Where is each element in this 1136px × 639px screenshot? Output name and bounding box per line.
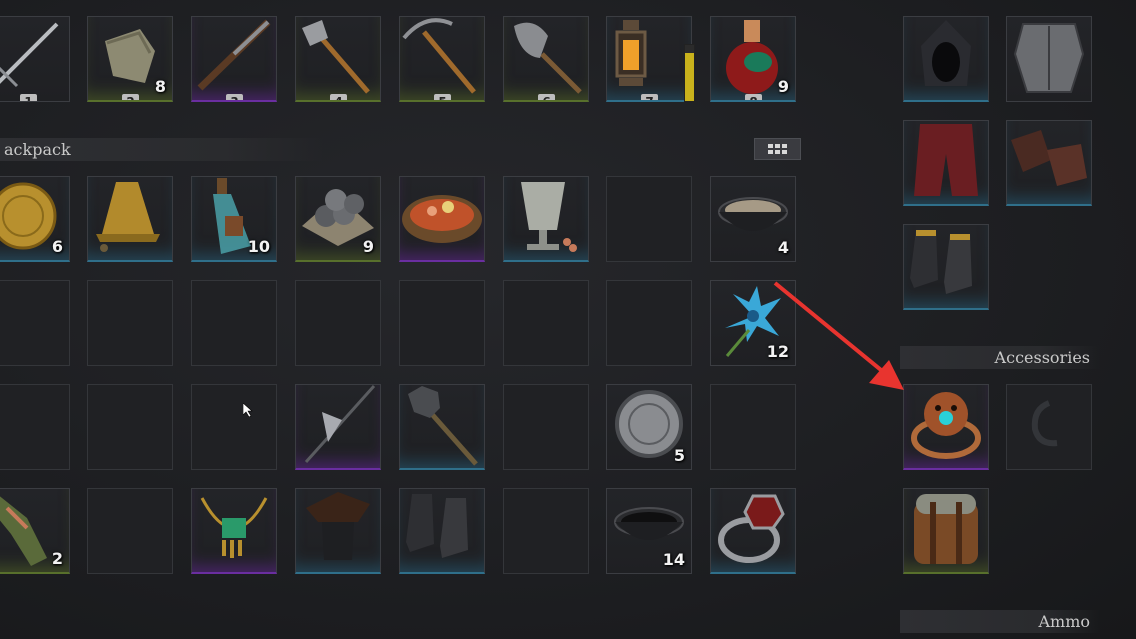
mouse-cursor-icon xyxy=(243,403,253,417)
red-arrow-annotation xyxy=(773,281,904,390)
